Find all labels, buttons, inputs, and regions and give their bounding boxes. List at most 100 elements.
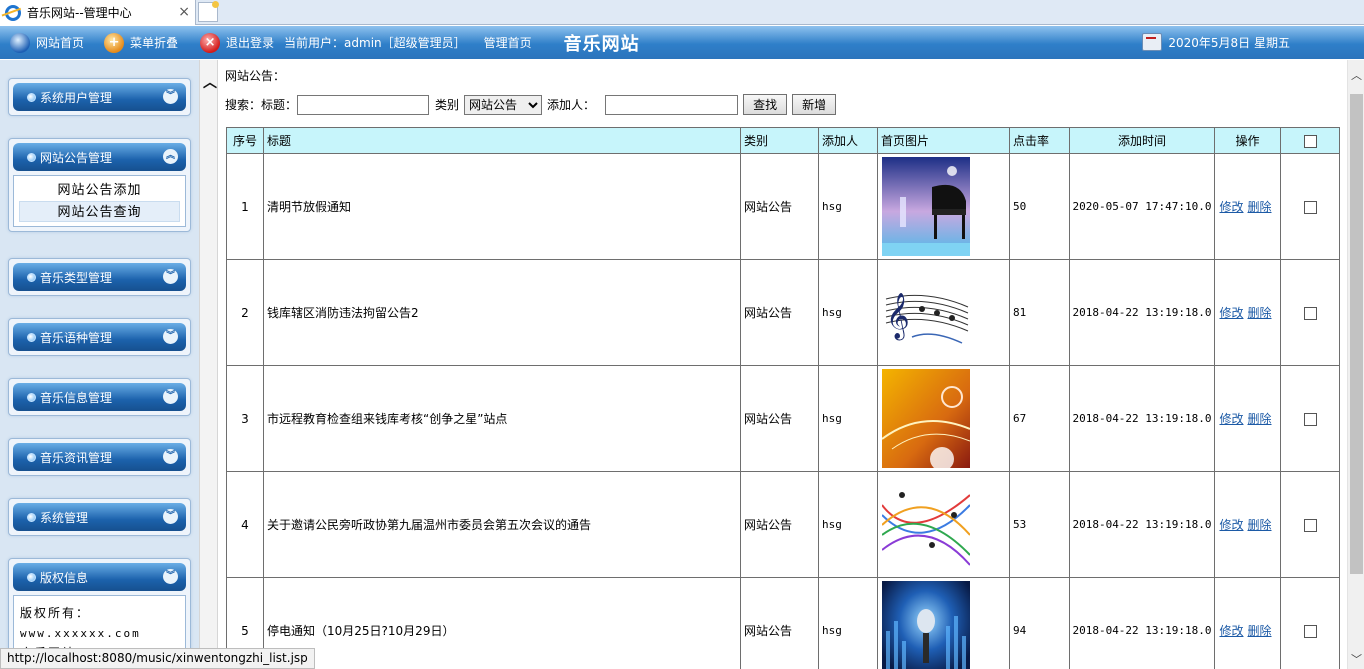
- collapse-caret-icon[interactable]: ︿: [203, 72, 217, 92]
- scroll-up-icon[interactable]: ︿: [1351, 70, 1362, 81]
- delete-link[interactable]: 删除: [1248, 412, 1272, 426]
- menu-header-copyright[interactable]: 版权信息 ︾: [13, 563, 186, 591]
- current-user-text: 当前用户：admin［超级管理员］: [284, 36, 466, 50]
- cell-image: [877, 365, 1010, 472]
- type-select[interactable]: 网站公告: [464, 94, 543, 115]
- cell-type: 网站公告: [740, 577, 819, 669]
- sidebar-item-announcement-add[interactable]: 网站公告添加: [19, 180, 180, 201]
- table-row: 3 市远程教育检查组来钱库考核“创争之星”站点 网站公告 hsg 67 2018…: [226, 365, 1340, 472]
- piano-night-image[interactable]: [882, 157, 970, 256]
- table-row: 5 停电通知（10月25日?10月29日） 网站公告 hsg 94 2018-0…: [226, 577, 1340, 669]
- chevron-up-icon[interactable]: ︽: [163, 149, 178, 164]
- bullet-icon: [27, 392, 36, 402]
- edit-link[interactable]: 修改: [1219, 306, 1243, 320]
- row-checkbox[interactable]: [1303, 200, 1317, 214]
- admin-home-link[interactable]: 管理首页: [484, 34, 532, 51]
- menu-header-music-languages[interactable]: 音乐语种管理 ︾: [13, 323, 186, 351]
- cell-time: 2018-04-22 13:19:18.0: [1069, 577, 1215, 669]
- site-name-title: 音乐网站: [563, 33, 640, 55]
- col-header-no: 序号: [226, 127, 264, 154]
- cell-image: 𝄞: [877, 259, 1010, 366]
- music-staff-image[interactable]: 𝄞: [882, 263, 970, 362]
- title-search-input[interactable]: [297, 94, 430, 115]
- row-checkbox[interactable]: [1303, 518, 1317, 532]
- menu-header-announcements[interactable]: 网站公告管理 ︽: [13, 143, 186, 171]
- menu-header-music-types[interactable]: 音乐类型管理 ︾: [13, 263, 186, 291]
- browser-tab[interactable]: 音乐网站--管理中心 ×: [0, 0, 196, 25]
- chevron-down-icon[interactable]: ︾: [163, 89, 178, 104]
- adder-search-input[interactable]: [605, 94, 739, 115]
- col-header-type: 类别: [740, 127, 819, 154]
- date-text: 2020年5月8日 星期五: [1168, 35, 1290, 50]
- chevron-down-icon[interactable]: ︾: [163, 269, 178, 284]
- scroll-down-icon[interactable]: ﹀: [1351, 654, 1362, 665]
- table-row: 4 关于邀请公民旁听政协第九届温州市委员会第五次会议的通告 网站公告 hsg 5…: [226, 471, 1340, 578]
- edit-link[interactable]: 修改: [1219, 200, 1243, 214]
- sidebar-splitter[interactable]: ︿: [199, 60, 218, 669]
- bullet-icon: [27, 572, 36, 582]
- chevron-down-icon[interactable]: ︾: [163, 449, 178, 464]
- cell-clicks: 50: [1009, 153, 1070, 260]
- cell-no: 1: [226, 153, 264, 260]
- cell-actions: 修改 删除: [1214, 471, 1281, 578]
- menu-music-news: 音乐资讯管理 ︾: [8, 438, 191, 476]
- row-checkbox[interactable]: [1303, 306, 1317, 320]
- sidebar-item-announcement-query[interactable]: 网站公告查询: [19, 201, 180, 222]
- delete-link[interactable]: 删除: [1248, 624, 1272, 638]
- status-url-tooltip: http://localhost:8080/music/xinwentongzh…: [0, 648, 315, 669]
- menu-label: 音乐类型管理: [40, 270, 113, 285]
- announcement-table: 序号 标题 类别 添加人 首页图片 点击率 添加时间 操作 1 清明节放假通知 …: [226, 127, 1340, 669]
- colorful-staff-image[interactable]: [882, 475, 970, 574]
- scrollbar-thumb[interactable]: [1350, 94, 1363, 574]
- edit-link[interactable]: 修改: [1219, 624, 1243, 638]
- cell-adder: hsg: [818, 365, 878, 472]
- logout-icon: ×: [200, 32, 221, 53]
- select-all-checkbox[interactable]: [1303, 134, 1317, 148]
- delete-link[interactable]: 删除: [1248, 200, 1272, 214]
- close-icon[interactable]: ×: [178, 4, 190, 20]
- collapse-menu-link[interactable]: + 菜单折叠: [104, 32, 178, 53]
- new-tab-button[interactable]: [198, 1, 219, 22]
- col-header-title: 标题: [263, 127, 741, 154]
- main-content: 网站公告： 搜索： 标题： 类别 网站公告 添加人： 查找 新增 序号 标题 类…: [219, 60, 1347, 669]
- delete-link[interactable]: 删除: [1248, 306, 1272, 320]
- orange-notes-image[interactable]: [882, 369, 970, 468]
- cell-clicks: 81: [1009, 259, 1070, 366]
- chevron-down-icon[interactable]: ︾: [163, 509, 178, 524]
- delete-link[interactable]: 删除: [1248, 518, 1272, 532]
- row-checkbox[interactable]: [1303, 624, 1317, 638]
- adder-label: 添加人：: [547, 98, 596, 112]
- find-button[interactable]: 查找: [743, 94, 788, 115]
- cell-actions: 修改 删除: [1214, 153, 1281, 260]
- logout-link[interactable]: × 退出登录: [200, 32, 274, 53]
- chevron-down-icon[interactable]: ︾: [163, 329, 178, 344]
- site-home-link[interactable]: 网站首页: [10, 32, 84, 53]
- menu-label: 系统用户管理: [40, 90, 113, 105]
- cell-type: 网站公告: [740, 471, 819, 578]
- table-row: 1 清明节放假通知 网站公告 hsg 50 2020-05-07 17:47:1…: [226, 153, 1340, 260]
- cell-select: [1280, 471, 1340, 578]
- menu-header-music-info[interactable]: 音乐信息管理 ︾: [13, 383, 186, 411]
- menu-header-music-news[interactable]: 音乐资讯管理 ︾: [13, 443, 186, 471]
- menu-header-system[interactable]: 系统管理 ︾: [13, 503, 186, 531]
- col-header-image: 首页图片: [877, 127, 1010, 154]
- edit-link[interactable]: 修改: [1219, 518, 1243, 532]
- row-checkbox[interactable]: [1303, 412, 1317, 426]
- chevron-down-icon[interactable]: ︾: [163, 389, 178, 404]
- cell-adder: hsg: [818, 577, 878, 669]
- add-button[interactable]: 新增: [792, 94, 837, 115]
- menu-announcements: 网站公告管理 ︽ 网站公告添加 网站公告查询: [8, 138, 191, 232]
- search-bar: 搜索： 标题： 类别 网站公告 添加人： 查找 新增: [225, 94, 837, 115]
- microphone-stage-image[interactable]: [882, 581, 970, 669]
- cell-time: 2020-05-07 17:47:10.0: [1069, 153, 1215, 260]
- cell-actions: 修改 删除: [1214, 259, 1281, 366]
- menu-label: 系统管理: [40, 510, 89, 525]
- bullet-icon: [27, 152, 36, 162]
- cell-clicks: 67: [1009, 365, 1070, 472]
- menu-label: 音乐语种管理: [40, 330, 113, 345]
- chevron-down-icon[interactable]: ︾: [163, 569, 178, 584]
- menu-header-system-users[interactable]: 系统用户管理 ︾: [13, 83, 186, 111]
- vertical-scrollbar[interactable]: ︿ ﹀: [1347, 60, 1364, 669]
- edit-link[interactable]: 修改: [1219, 412, 1243, 426]
- browser-tab-title: 音乐网站--管理中心: [27, 6, 132, 20]
